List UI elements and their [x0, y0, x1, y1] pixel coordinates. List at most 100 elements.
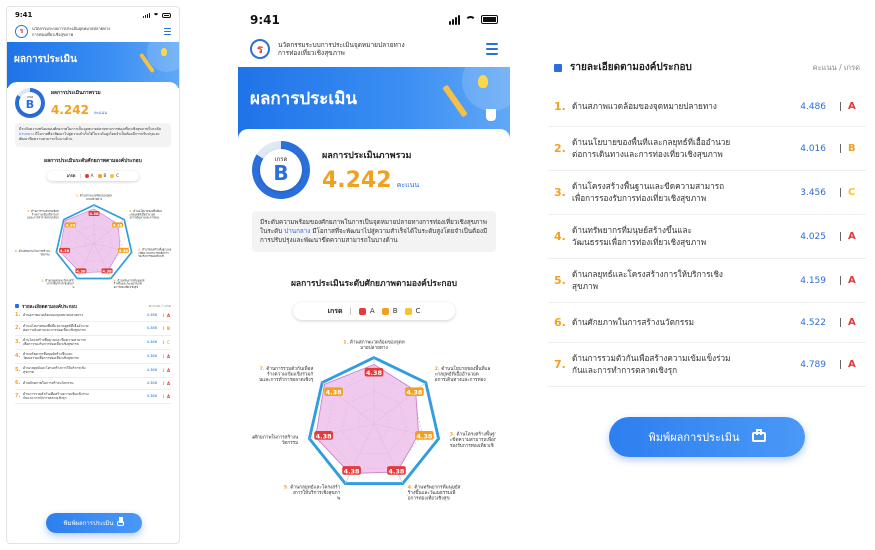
menu-icon[interactable]: [486, 43, 498, 55]
detail-row-score: 4.386: [146, 326, 157, 331]
wifi-icon: [153, 13, 159, 19]
radar-value-badge-text: 4.38: [60, 248, 70, 253]
menu-icon[interactable]: [164, 28, 171, 35]
legend-item-a: A: [84, 173, 94, 178]
detail-row-score: 4.522: [800, 317, 826, 328]
print-button[interactable]: พิมพ์ผลการประเมิน: [609, 417, 805, 457]
phone-preview-small: 9:41 ร นวัตกรรมระบบการประเมินจุดหมายปลาย…: [6, 6, 180, 544]
detail-row: 2. ด้านนโยบายของพื้นที่และกลยุทธ์ที่เอื้อ…: [15, 322, 171, 336]
radar-axis-label: 5. ด้านกลยุทธ์และโครงสร้างการให้บริการเช…: [41, 278, 74, 289]
radar-value-badge-text: 4.38: [388, 468, 404, 476]
detail-row-separator: |: [162, 354, 164, 359]
detail-row-label: ด้านทรัพยากรที่มนุษย์สร้างขึ้นและ วัฒนธรร…: [572, 225, 707, 247]
radar-chart-small: 4.38 4.38 4.38 4.38 4.38 4.38 4.38 1. ด้านสภาพแ…: [15, 193, 172, 289]
legend-item-c: C: [110, 173, 119, 178]
printer-icon: [751, 429, 766, 442]
detail-row: 7. ด้านการรวมตัวกันเพื่อสร้างความเข้มแข็ง…: [548, 343, 866, 387]
legend-item-b: B: [381, 307, 398, 315]
detail-row-separator: |: [162, 381, 164, 386]
detail-row: 4. ด้านทรัพยากรที่มนุษย์สร้างขึ้นและ วัฒนธ…: [15, 350, 171, 364]
radar-value-badge-text: 4.38: [119, 248, 129, 253]
app-header: ร นวัตกรรมระบบการประเมินจุดหมายปลายทาง ก…: [238, 33, 510, 67]
detail-row-score: 4.386: [146, 354, 157, 359]
signal-icon: [449, 14, 460, 25]
overall-score-text: ผลการประเมินภาพรวม 4.242 คะแนน: [322, 150, 420, 193]
grade-legend: เกรด | A B C: [47, 170, 139, 181]
detail-row-number: 7.: [554, 358, 566, 371]
detail-row-score: 4.386: [146, 340, 157, 345]
detail-row-number: 6.: [554, 316, 566, 329]
detail-row-grade: B: [167, 325, 171, 331]
radar-axis-label: 6. ด้านศักยภาพในการสร้างนวัตกรรม: [252, 434, 299, 447]
banner-decoration: [462, 67, 510, 111]
overall-score-row: เกรด B ผลการประเมินภาพรวม 4.242 คะแนน: [252, 141, 496, 199]
detail-row-separator: |: [162, 368, 164, 373]
status-time: 9:41: [250, 12, 280, 27]
app-header: ร นวัตกรรมระบบการประเมินจุดหมายปลายทาง ก…: [7, 23, 179, 42]
radar-axis-label: 1. ด้านสภาพแวดล้อมของจุดหมายปลายทาง: [343, 340, 405, 352]
app-logo-icon[interactable]: ร: [15, 25, 28, 38]
detail-row-score: 4.016: [800, 143, 826, 154]
detail-row-number: 2.: [15, 325, 21, 332]
overall-score-row: เกรด B ผลการประเมินภาพรวม 4.242 คะแนน: [15, 88, 171, 118]
detail-row-label: ด้านสภาพแวดล้อมของจุดหมายปลายทาง: [23, 312, 83, 317]
detail-row-number: 4.: [554, 230, 566, 243]
detail-row-label: ด้านโครงสร้างพื้นฐานและขีดความสามารถ เพื่…: [23, 337, 86, 347]
print-button-small[interactable]: พิมพ์ผลการประเมิน: [46, 513, 142, 533]
grade-gauge: เกรด B: [15, 88, 45, 118]
detail-unit: คะแนน / เกรด: [812, 62, 860, 72]
radar-axis-label: 2. ด้านนโยบายของพื้นที่และกลยุทธ์ที่เอื้…: [128, 209, 162, 220]
detail-row: 6. ด้านศักยภาพในการสร้างนวัตกรรม 4.522 | A: [548, 303, 866, 343]
status-icons: [143, 11, 171, 19]
app-logo-icon[interactable]: ร: [250, 39, 270, 59]
radar-chart-small-wrap: 4.38 4.38 4.38 4.38 4.38 4.38 4.38 1. ด้านสภาพแ…: [15, 187, 172, 297]
radar-value-badge-text: 4.38: [113, 222, 123, 227]
radar-value-badge-text: 4.38: [326, 389, 342, 397]
component-section-title: ผลการประเมินระดับศักยภาพตามองค์ประกอบ: [44, 157, 142, 164]
radar-data-area: [315, 364, 420, 475]
legend-swatch: [110, 173, 115, 178]
legend-item-a: A: [358, 307, 375, 315]
detail-row-label: ด้านศักยภาพในการสร้างนวัตกรรม: [23, 380, 74, 385]
status-icons: [449, 12, 498, 27]
overall-card: เกรด B ผลการประเมินภาพรวม 4.242 คะแนน มี…: [238, 129, 510, 517]
detail-row-number: 5.: [15, 367, 21, 374]
detail-row: 4. ด้านทรัพยากรที่มนุษย์สร้างขึ้นและ วัฒนธ…: [548, 215, 866, 259]
detail-header: รายละเอียดตามองค์ประกอบ คะแนน / เกรด: [548, 60, 866, 87]
detail-row: 6. ด้านศักยภาพในการสร้างนวัตกรรม 4.386 | A: [15, 378, 171, 390]
detail-row-grade: A: [848, 317, 856, 328]
legend-swatch: [381, 307, 389, 315]
detail-title: รายละเอียดตามองค์ประกอบ: [570, 62, 692, 73]
detail-row-score: 4.486: [800, 101, 826, 112]
detail-row-label: ด้านกลยุทธ์และโครงสร้างการให้บริการเชิงส…: [23, 365, 86, 375]
detail-row-separator: |: [838, 359, 842, 370]
radar-value-badge-text: 4.38: [66, 222, 76, 227]
detail-row: 1. ด้านสภาพแวดล้อมของจุดหมายปลายทาง 4.486 |…: [548, 87, 866, 127]
overall-description: มีระดับความพร้อมของศักยภาพในการเป็นจุดหม…: [252, 211, 496, 253]
legend-item-c: C: [404, 307, 420, 315]
overall-score-text: ผลการประเมินภาพรวม 4.242 คะแนน: [51, 89, 107, 117]
detail-list-small: รายละเอียดตามองค์ประกอบ คะแนน / เกรด 1. ด…: [7, 297, 179, 404]
app-name: นวัตกรรมระบบการประเมินจุดหมายปลายทาง การ…: [278, 40, 405, 57]
detail-row-number: 4.: [15, 353, 21, 360]
radar-value-badge-text: 4.38: [406, 389, 422, 397]
grade-badge: เกรด B: [260, 149, 302, 191]
detail-row-score: 4.386: [146, 313, 157, 318]
detail-row: 2. ด้านนโยบายของพื้นที่และกลยุทธ์ที่เอื้อ…: [548, 127, 866, 171]
detail-row-separator: |: [838, 275, 842, 286]
detail-row-number: 1.: [15, 312, 21, 319]
radar-value-badge-text: 4.38: [76, 268, 86, 273]
radar-value-badge-text: 4.38: [366, 369, 382, 377]
legend-swatch: [358, 307, 366, 315]
printer-icon: [117, 516, 125, 526]
section-marker-icon: [554, 63, 562, 72]
radar-axis-label: 5. ด้านกลยุทธ์และโครงสร้างการให้บริการเช…: [284, 484, 341, 502]
detail-row-label: ด้านนโยบายของพื้นที่และกลยุทธ์ที่เอื้ออำ…: [572, 137, 731, 159]
grade-legend: เกรด | A B C: [293, 302, 455, 321]
grade-gauge: เกรด B: [252, 141, 310, 199]
detail-row: 3. ด้านโครงสร้างพื้นฐานและขีดความสามารถ เพ…: [15, 336, 171, 350]
detail-row-grade: A: [848, 101, 856, 112]
detail-row-grade: A: [848, 275, 856, 286]
section-marker-icon: [15, 304, 19, 309]
status-bar: 9:41: [238, 6, 510, 33]
